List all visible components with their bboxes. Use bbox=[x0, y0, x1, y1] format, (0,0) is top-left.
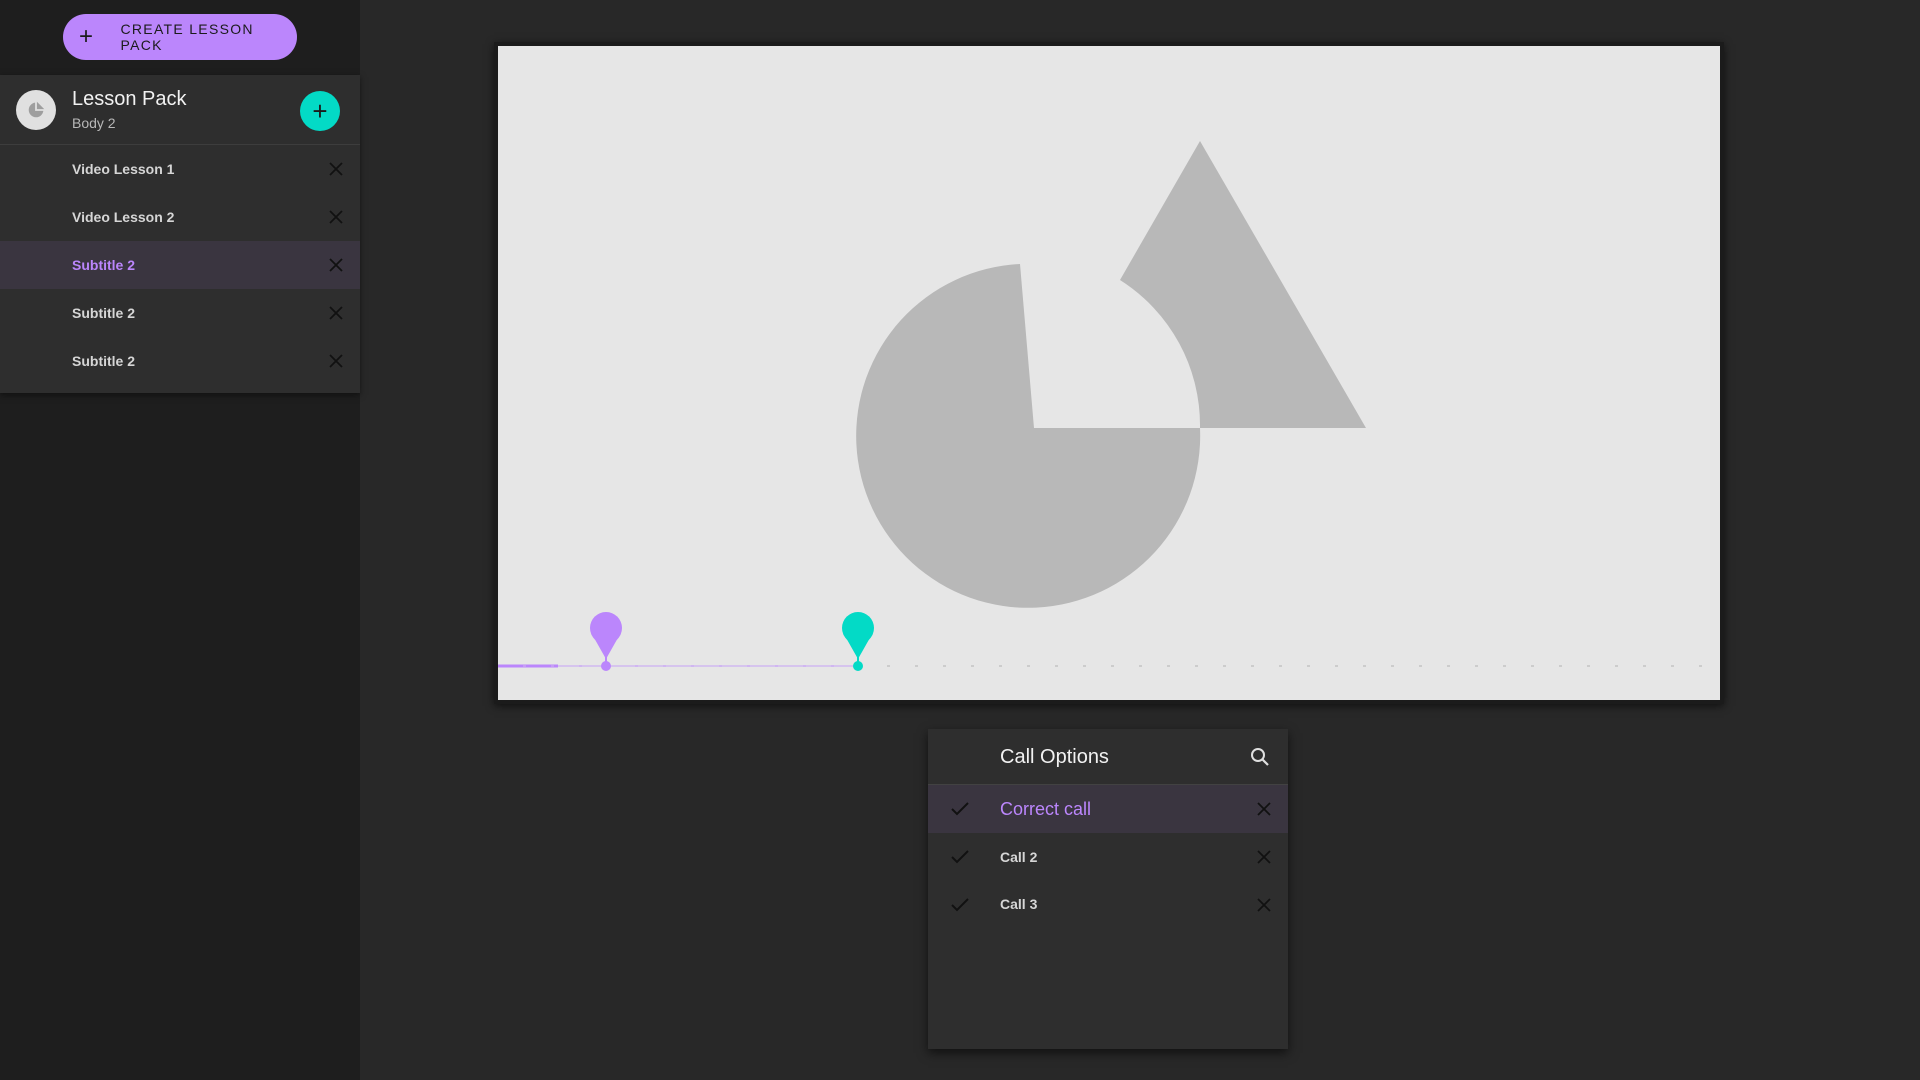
lesson-item-label: Video Lesson 1 bbox=[72, 161, 175, 177]
pie-chart-icon bbox=[28, 101, 45, 118]
call-option-label: Call 2 bbox=[1000, 849, 1038, 865]
lesson-item-label: Subtitle 2 bbox=[72, 257, 136, 273]
lesson-item-label: Subtitle 2 bbox=[72, 353, 136, 369]
add-lesson-button[interactable]: + bbox=[300, 91, 340, 131]
call-options-header: Call Options bbox=[928, 729, 1288, 785]
call-options-list: Correct call Call 2 Call 3 bbox=[928, 785, 1288, 927]
close-icon[interactable] bbox=[1252, 893, 1276, 917]
call-options-panel: Call Options Correct call Call 2 Call 3 bbox=[928, 729, 1288, 1049]
lesson-item-label: Video Lesson 2 bbox=[72, 209, 175, 225]
plus-icon: + bbox=[312, 95, 328, 126]
create-lesson-pack-button[interactable]: + CREATE LESSON PACK bbox=[63, 14, 297, 60]
close-icon[interactable] bbox=[324, 301, 348, 325]
check-icon[interactable] bbox=[948, 845, 972, 869]
lesson-list: Video Lesson 1 Video Lesson 2 Subtitle 2… bbox=[0, 145, 360, 385]
call-option-label: Call 3 bbox=[1000, 896, 1038, 912]
marker-purple[interactable] bbox=[590, 612, 622, 671]
create-lesson-pack-label: CREATE LESSON PACK bbox=[120, 21, 254, 53]
lesson-item[interactable]: Subtitle 2 bbox=[0, 337, 360, 385]
call-option-selected[interactable]: Correct call bbox=[928, 785, 1288, 833]
marker-teal[interactable] bbox=[842, 612, 874, 671]
lesson-item[interactable]: Video Lesson 2 bbox=[0, 193, 360, 241]
check-icon[interactable] bbox=[948, 797, 972, 821]
media-placeholder-icon bbox=[856, 141, 1366, 608]
lesson-pack-header: Lesson Pack Body 2 + bbox=[0, 75, 360, 145]
close-icon[interactable] bbox=[1252, 845, 1276, 869]
close-icon[interactable] bbox=[324, 205, 348, 229]
video-screen[interactable] bbox=[498, 46, 1720, 700]
lesson-item[interactable]: Subtitle 2 bbox=[0, 289, 360, 337]
video-canvas bbox=[498, 141, 1702, 671]
lesson-item-selected[interactable]: Subtitle 2 bbox=[0, 241, 360, 289]
lesson-pack-card: Lesson Pack Body 2 + Video Lesson 1 Vide… bbox=[0, 75, 360, 393]
call-option[interactable]: Call 3 bbox=[928, 881, 1288, 927]
lesson-pack-subtitle: Body 2 bbox=[72, 115, 116, 131]
close-icon[interactable] bbox=[324, 349, 348, 373]
lesson-pack-title: Lesson Pack bbox=[72, 88, 187, 110]
lesson-item-label: Subtitle 2 bbox=[72, 305, 136, 321]
plus-icon: + bbox=[79, 23, 95, 50]
avatar bbox=[16, 90, 56, 130]
call-option-label: Correct call bbox=[1000, 798, 1092, 819]
call-option[interactable]: Call 2 bbox=[928, 833, 1288, 881]
lesson-item[interactable]: Video Lesson 1 bbox=[0, 145, 360, 193]
close-icon[interactable] bbox=[324, 253, 348, 277]
close-icon[interactable] bbox=[1252, 797, 1276, 821]
video-player bbox=[494, 42, 1724, 704]
sidebar: + CREATE LESSON PACK Lesson Pack Body 2 … bbox=[0, 0, 360, 1080]
call-options-title: Call Options bbox=[1000, 746, 1109, 768]
close-icon[interactable] bbox=[324, 157, 348, 181]
check-icon[interactable] bbox=[948, 893, 972, 917]
search-icon[interactable] bbox=[1248, 745, 1272, 769]
